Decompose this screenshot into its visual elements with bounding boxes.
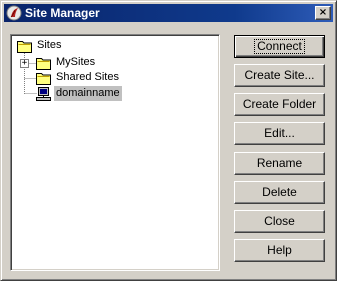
close-window-button[interactable]: × [315,6,331,20]
create-folder-button-label: Create Folder [242,97,317,111]
app-icon [6,5,22,21]
folder-icon [36,58,51,70]
expand-toggle-mysites[interactable]: + [20,59,29,68]
computer-icon [36,87,51,101]
close-button-label: Close [264,214,295,228]
rename-button-label: Rename [256,156,303,170]
close-button[interactable]: Close [234,210,325,233]
close-icon: × [318,7,328,18]
create-site-button[interactable]: Create Site... [234,64,325,87]
tree-node-label: domainname [54,86,122,101]
site-tree-view[interactable]: Sites + MySites Shared Sites domainname [10,34,220,271]
folder-icon [17,41,32,53]
delete-button-label: Delete [262,185,297,199]
rename-button[interactable]: Rename [234,152,325,175]
connect-button[interactable]: Connect [234,35,325,58]
tree-node-label: Shared Sites [56,71,119,83]
title-bar[interactable]: Site Manager × [4,4,333,22]
connect-button-label: Connect [254,39,305,54]
window-title: Site Manager [25,6,100,20]
help-button[interactable]: Help [234,239,325,262]
tree-node-label: MySites [56,56,96,68]
site-manager-window: Site Manager × Sites + MySites Shared Si… [0,0,337,281]
tree-node-label: Sites [37,39,62,51]
help-button-label: Help [267,243,292,257]
delete-button[interactable]: Delete [234,181,325,204]
edit-button-label: Edit... [264,126,295,140]
plus-icon: + [21,58,28,68]
create-site-button-label: Create Site... [244,68,315,82]
create-folder-button[interactable]: Create Folder [234,93,325,116]
edit-button[interactable]: Edit... [234,122,325,145]
folder-icon [36,73,51,85]
